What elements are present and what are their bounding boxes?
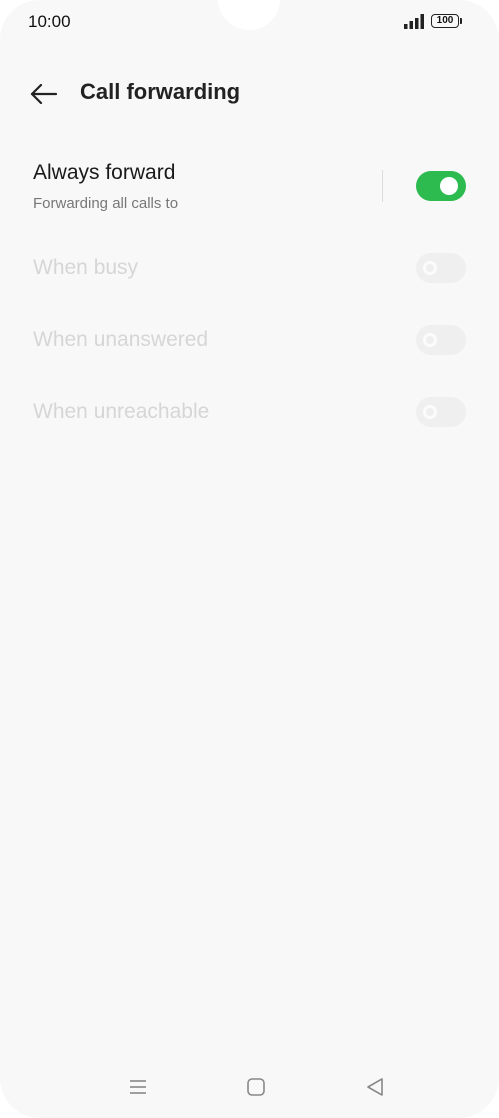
status-time: 10:00 [28, 12, 71, 31]
when-unreachable-toggle [416, 397, 466, 427]
signal-icon [404, 14, 424, 29]
always-forward-label[interactable]: Always forward [33, 161, 175, 185]
home-icon [247, 1078, 265, 1096]
camera-notch [218, 0, 280, 30]
phone-screen: 10:00 100 Call forwarding Always forward… [0, 0, 499, 1118]
page-title: Call forwarding [80, 79, 241, 104]
when-unanswered-toggle [416, 325, 466, 355]
toggle-knob [423, 405, 437, 419]
when-unanswered-label: When unanswered [33, 328, 209, 351]
back-icon [367, 1078, 383, 1096]
back-button[interactable] [26, 76, 62, 112]
always-forward-subtitle: Forwarding all calls to [33, 195, 179, 212]
when-busy-label: When busy [33, 256, 139, 279]
toggle-knob [440, 177, 458, 195]
toggle-knob [423, 333, 437, 347]
home-button[interactable] [243, 1074, 269, 1100]
battery-icon: 100 [431, 14, 459, 28]
when-unreachable-label: When unreachable [33, 400, 210, 423]
divider [382, 170, 383, 202]
battery-tip [460, 18, 462, 24]
toggle-knob [423, 261, 437, 275]
always-forward-toggle[interactable] [416, 171, 466, 201]
menu-icon [130, 1080, 146, 1094]
nav-back-button[interactable] [362, 1074, 388, 1100]
when-busy-toggle [416, 253, 466, 283]
menu-button[interactable] [125, 1074, 151, 1100]
back-arrow-icon [30, 84, 58, 104]
